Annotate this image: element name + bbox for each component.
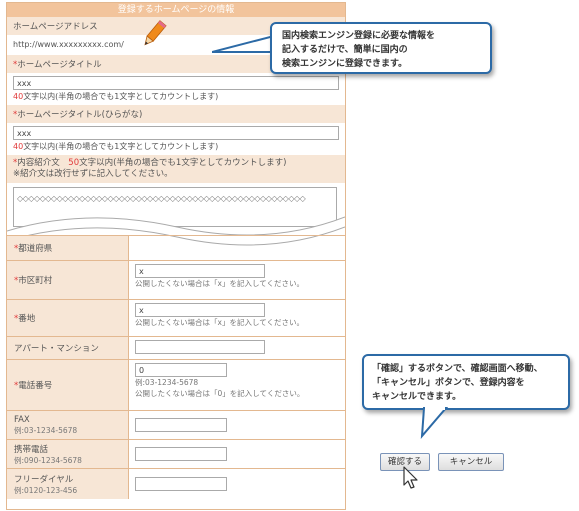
homepage-info-form: 登録するホームページの情報 ホームページアドレス http://www.xxxx… [6,2,346,510]
address-note: 公開したくない場合は「x」を記入してください。 [135,318,304,327]
kana-label: *ホームページタイトル(ひらがな) [7,105,345,123]
title-note-text: 文字以内(半角の場合でも1文字としてカウントします) [23,92,219,101]
fax-input[interactable] [135,418,227,432]
intro-note2: ※紹介文は改行せずに記入してください。 [13,169,173,179]
callout-bottom-line3: キャンセルできます。 [372,392,462,402]
fax-label-text: FAX [14,414,30,425]
cancel-button[interactable]: キャンセル [438,453,504,471]
city-label: *市区町村 [7,261,129,299]
apartment-label: アパート・マンション [7,337,129,359]
apartment-input[interactable] [135,340,265,354]
callout-bottom-line1: 「確認」するボタンで、確認画面へ移動、 [372,364,543,374]
city-input[interactable]: x [135,264,265,278]
kana-note-num: 40 [13,142,24,151]
fax-example: 例:03-1234-5678 [14,425,78,435]
freedial-input[interactable] [135,477,227,491]
callout-top-line1: 国内検索エンジン登録に必要な情報を [282,31,436,41]
address-input[interactable]: x [135,303,265,317]
phone-example: 例:03-1234-5678 [135,378,199,387]
prefecture-label-text: 都道府県 [18,244,53,254]
title-label-text: ホームページタイトル [17,60,102,70]
kana-note-text: 文字以内(半角の場合でも1文字としてカウントします) [23,142,219,151]
callout-bottom-line2: 「キャンセル」ボタンで、登録内容を [372,378,525,388]
mobile-label: 携帯電話 例:090-1234-5678 [7,440,129,468]
phone-label: *電話番号 [7,360,129,410]
mouse-pointer-icon [403,466,418,489]
callout-bottom-pointer [420,406,449,439]
city-note: 公開したくない場合は「x」を記入してください。 [135,279,304,288]
phone-note: 公開したくない場合は「0」を記入してください。 [135,389,305,398]
freedial-label: フリーダイヤル 例:0120-123-456 [7,469,129,499]
address-label-text: 番地 [18,314,36,324]
phone-input[interactable]: 0 [135,363,227,377]
address-label: *番地 [7,300,129,336]
intro-num: 50 [68,158,80,168]
mobile-example: 例:090-1234-5678 [14,455,82,465]
mobile-label-text: 携帯電話 [14,444,49,455]
freedial-label-text: フリーダイヤル [14,474,74,485]
title-note-num: 40 [13,92,24,101]
form-title: 登録するホームページの情報 [7,3,345,17]
phone-label-text: 電話番号 [18,381,53,391]
kana-input[interactable]: xxx [13,126,339,140]
fax-label: FAX 例:03-1234-5678 [7,411,129,439]
callout-top-line2: 記入するだけで、簡単に国内の [282,45,408,55]
callout-bottom: 「確認」するボタンで、確認画面へ移動、 「キャンセル」ボタンで、登録内容を キャ… [362,354,570,410]
mobile-input[interactable] [135,447,227,461]
intro-label: *内容紹介文 50文字以内(半角の場合でも1文字としてカウントします) ※紹介文… [7,155,345,183]
freedial-example: 例:0120-123-456 [14,485,78,495]
callout-top-line3: 検索エンジンに登録できます。 [282,59,408,69]
title-note: 40文字以内(半角の場合でも1文字としてカウントします) [13,91,339,102]
pencil-icon [144,20,167,46]
kana-note: 40文字以内(半角の場合でも1文字としてカウントします) [13,141,339,152]
intro-label-text: 内容紹介文 [17,158,60,168]
callout-top: 国内検索エンジン登録に必要な情報を 記入するだけで、簡単に国内の 検索エンジンに… [270,22,492,74]
address-table: *都道府県 *市区町村 x 公開したくない場合は「x」を記入してください。 *番… [7,235,345,499]
kana-label-text: ホームページタイトル(ひらがな) [17,110,143,120]
prefecture-label: *都道府県 [7,236,129,260]
intro-note: 文字以内(半角の場合でも1文字としてカウントします) [79,158,287,168]
city-label-text: 市区町村 [18,276,53,286]
title-input[interactable]: xxx [13,76,339,90]
